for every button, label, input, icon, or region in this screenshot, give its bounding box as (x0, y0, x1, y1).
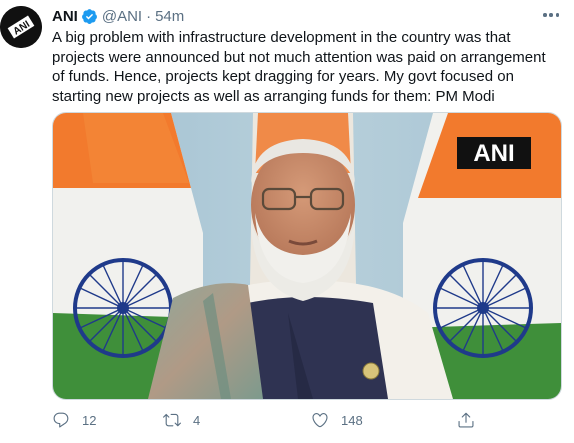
like-icon (312, 413, 328, 428)
ani-watermark: ANI (457, 137, 531, 169)
retweet-icon (163, 413, 181, 427)
reply-button[interactable]: 12 (52, 409, 96, 431)
author-handle[interactable]: @ANI (102, 8, 142, 25)
more-icon[interactable] (540, 8, 562, 22)
tweet-header: ANI @ANI · 54m (52, 6, 184, 26)
tweet-timestamp[interactable]: 54m (155, 8, 184, 25)
watermark-text: ANI (473, 140, 514, 167)
tweet-actions: 12 4 148 (52, 409, 482, 431)
reply-count: 12 (82, 412, 97, 428)
verified-badge-icon (81, 8, 98, 25)
author-avatar[interactable]: ANI (0, 6, 42, 48)
header-separator: · (146, 7, 152, 25)
author-name[interactable]: ANI (52, 8, 78, 25)
like-button[interactable]: 148 (311, 409, 363, 431)
retweet-count: 4 (193, 412, 201, 428)
share-icon (458, 412, 474, 428)
tweet-media-image[interactable]: ANI (52, 112, 562, 400)
retweet-button[interactable]: 4 (163, 409, 200, 431)
share-button[interactable] (457, 409, 475, 431)
tweet: ANI ANI @ANI · 54m A big problem with in… (0, 0, 574, 443)
reply-icon (53, 412, 69, 428)
tweet-text: A big problem with infrastructure develo… (52, 29, 546, 106)
like-count: 148 (341, 412, 363, 428)
